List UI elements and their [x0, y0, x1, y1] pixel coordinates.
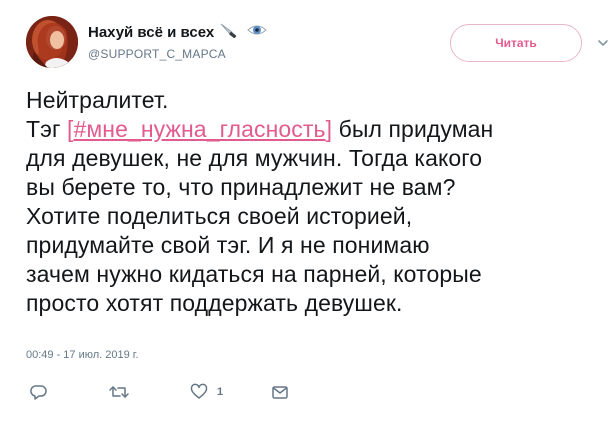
tweet-line: Хотите поделиться своей историей, [26, 203, 413, 229]
display-name-row[interactable]: Нахуй всё и всех [88, 22, 267, 44]
chevron-down-icon[interactable] [596, 36, 610, 50]
tweet-line: просто хотят поддержать девушек. [26, 290, 403, 316]
user-handle[interactable]: @SUPPORT_C_MAPCA [88, 46, 267, 62]
like-count: 1 [217, 386, 224, 398]
direct-message-button[interactable] [271, 383, 289, 401]
tweet-line: зачем нужно кидаться на парней, которые [26, 261, 482, 287]
tweet-line-hashtag: Тэг [#мне_нужна_гласность] был придуман [26, 115, 591, 144]
retweet-icon [109, 386, 129, 398]
tweet-header: Нахуй всё и всех @SUPPORT_C_MAPCA Читать [26, 16, 608, 72]
reply-icon [30, 385, 47, 400]
envelope-icon [272, 386, 288, 399]
tweet-line: вы берете то, что принадлежит не вам? [26, 174, 456, 200]
retweet-button[interactable] [108, 383, 130, 401]
follow-button[interactable]: Читать [450, 24, 582, 62]
like-button[interactable]: 1 [190, 383, 223, 401]
tweet-line-suffix: был придуман [332, 116, 494, 142]
heart-icon [190, 383, 208, 399]
tweet-text: Нейтралитет. Тэг [#мне_нужна_гласность] … [26, 86, 591, 318]
display-name[interactable]: Нахуй всё и всех [88, 24, 214, 41]
avatar[interactable] [26, 16, 78, 68]
eye-icon [246, 23, 267, 43]
avatar-image [26, 16, 78, 68]
user-names: Нахуй всё и всех @SUPPORT_C_MAPCA [88, 22, 267, 62]
reply-button[interactable] [30, 383, 48, 401]
tweet-line: придумайте свой тэг. И я не понимаю [26, 232, 430, 258]
tweet-timestamp[interactable]: 00:49 - 17 июл. 2019 г. [26, 349, 139, 361]
tweet-line: для девушек, не для мужчин. Тогда какого [26, 145, 483, 171]
tweet-line: Нейтралитет. [26, 87, 169, 113]
tweet-line-prefix: Тэг [26, 116, 67, 142]
knife-icon [220, 22, 240, 44]
hashtag-link[interactable]: #мне_нужна_гласность [73, 116, 325, 142]
tweet-actions: 1 [26, 383, 326, 405]
